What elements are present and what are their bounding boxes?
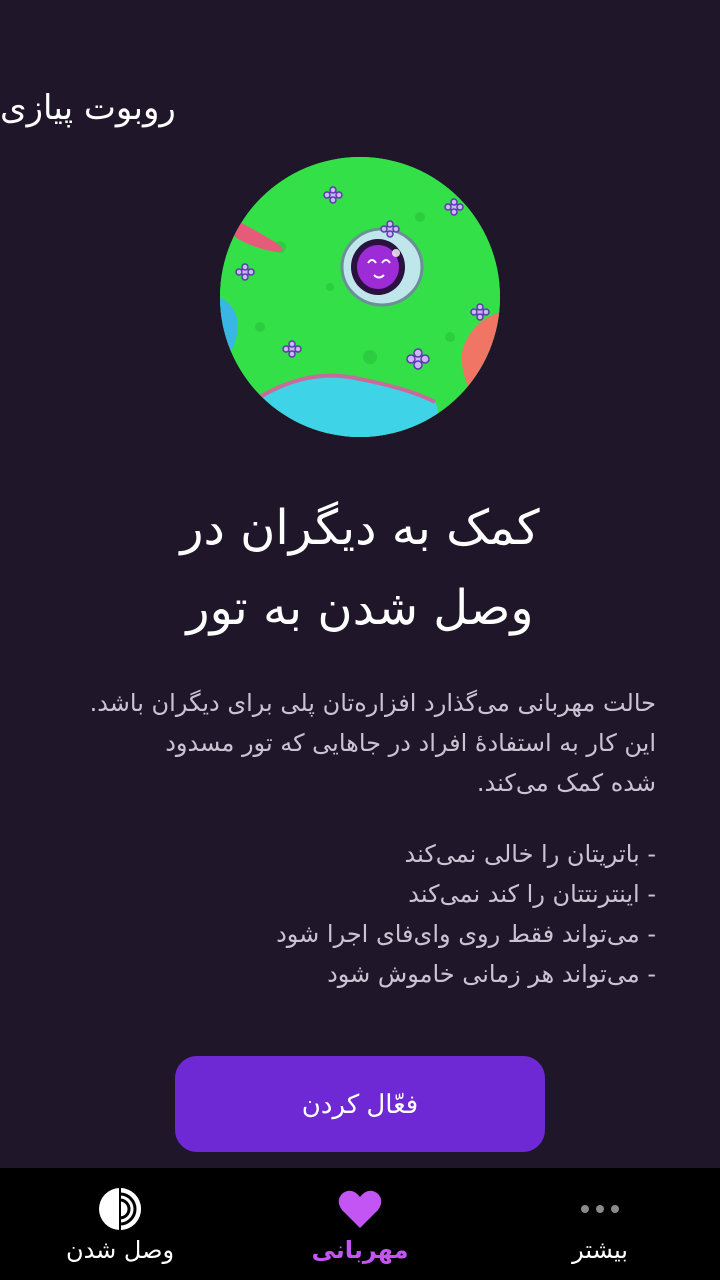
nav-label-more: بیشتر [572, 1236, 628, 1264]
kindness-screen: روبوت پیازی کمک به دیگران در وصل شدن به … [0, 0, 720, 1280]
benefit-item: - باتریتان را خالی نمی‌کند [404, 840, 657, 868]
headline-line2: وصل شدن به تور [186, 580, 534, 636]
nav-item-more[interactable]: بیشتر [480, 1168, 720, 1280]
activate-button[interactable]: فعّال کردن [175, 1056, 545, 1152]
bottom-navigation: وصل شدن مهربانی بیشتر [0, 1168, 720, 1280]
nav-label-kindness: مهربانی [311, 1236, 409, 1264]
benefits-list: - باتریتان را خالی نمی‌کند - اینترنتتان … [40, 834, 656, 994]
more-dots-icon [581, 1205, 619, 1213]
onion-icon [99, 1188, 141, 1230]
description-line1: حالت مهربانی می‌گذارد افزاره‌تان پلی برا… [89, 689, 656, 717]
headline-line1: کمک به دیگران در [180, 500, 540, 556]
benefit-item: - می‌تواند فقط روی وای‌فای اجرا شود [276, 920, 656, 948]
nav-item-connect[interactable]: وصل شدن [0, 1168, 240, 1280]
headline: کمک به دیگران در وصل شدن به تور [60, 488, 660, 648]
heart-icon [338, 1190, 382, 1228]
nav-item-kindness[interactable]: مهربانی [240, 1168, 480, 1280]
hero-illustration [220, 157, 500, 437]
app-title: روبوت پیازی [0, 88, 176, 128]
description: حالت مهربانی می‌گذارد افزاره‌تان پلی برا… [40, 683, 656, 803]
benefit-item: - می‌تواند هر زمانی خاموش شود [327, 960, 656, 988]
onion-robot-meadow-image [220, 157, 500, 437]
description-line2: این کار به استفادهٔ افراد در جاهایی که ت… [165, 729, 656, 757]
nav-label-connect: وصل شدن [65, 1236, 175, 1264]
benefit-item: - اینترنتتان را کند نمی‌کند [408, 880, 656, 908]
description-line3: شده کمک می‌کند. [476, 769, 656, 797]
